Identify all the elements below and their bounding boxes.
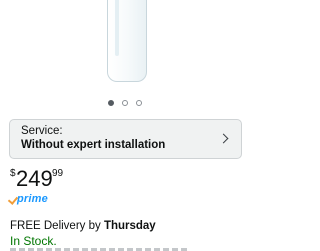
delivery-info: FREE Delivery by Thursday [10, 220, 156, 232]
service-value: Without expert installation [21, 139, 166, 151]
delivery-prefix: FREE Delivery by [10, 220, 104, 232]
router-device-image [107, 0, 147, 82]
price-whole: 249 [16, 166, 53, 191]
device-highlight [115, 0, 119, 56]
carousel-dot[interactable] [136, 100, 142, 106]
price-currency-symbol: $ [10, 168, 16, 179]
chevron-right-icon [218, 133, 229, 144]
stock-status: In Stock. [10, 234, 57, 248]
carousel-dot[interactable] [108, 100, 114, 106]
delivery-day: Thursday [103, 220, 156, 232]
carousel-dot[interactable] [122, 100, 128, 106]
carousel-indicator [0, 100, 250, 112]
price-fraction: 99 [52, 168, 64, 179]
product-image[interactable] [0, 0, 250, 96]
prime-logo: prime [17, 193, 48, 205]
service-selector[interactable]: Service: Without expert installation [9, 119, 242, 159]
service-label: Service: [21, 125, 63, 137]
